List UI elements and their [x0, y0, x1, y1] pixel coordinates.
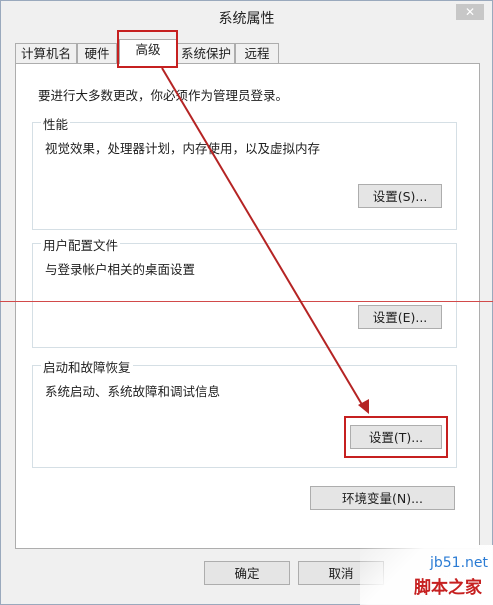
annotation-arrow — [161, 67, 369, 414]
watermark-domain: jb51.net — [430, 555, 489, 571]
watermark-name: 脚本之家 — [414, 578, 482, 598]
watermark: jb51.net 脚本之家 — [360, 545, 493, 605]
